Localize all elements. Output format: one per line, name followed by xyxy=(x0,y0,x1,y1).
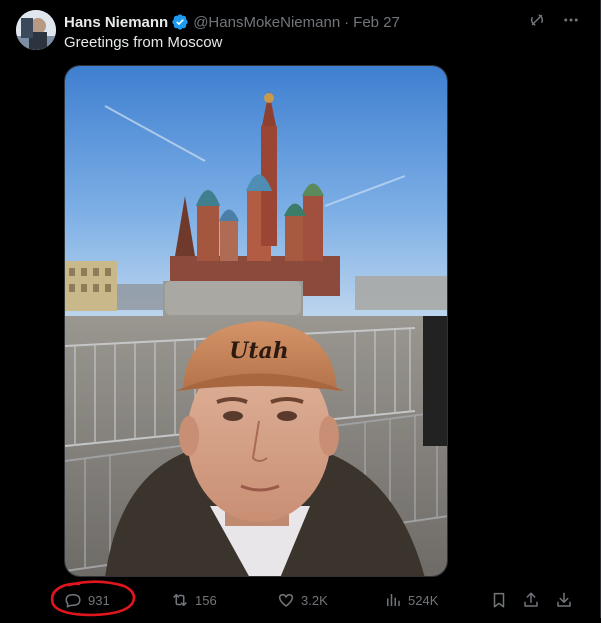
reply-button[interactable]: 931 xyxy=(64,588,110,612)
like-count: 3.2K xyxy=(301,592,328,608)
repost-icon xyxy=(171,591,189,609)
views-icon xyxy=(384,591,402,609)
display-name[interactable]: Hans Niemann xyxy=(64,14,168,31)
bookmark-button[interactable] xyxy=(490,588,508,612)
like-button[interactable]: 3.2K xyxy=(277,588,328,612)
bookmark-icon xyxy=(490,591,508,609)
reply-icon xyxy=(64,591,82,609)
separator-dot: · xyxy=(344,13,350,31)
photo-image: Utah xyxy=(65,66,447,576)
reply-count: 931 xyxy=(88,592,110,608)
download-icon xyxy=(555,591,573,609)
share-icon xyxy=(522,591,540,609)
avatar[interactable] xyxy=(16,10,56,50)
like-icon xyxy=(277,591,295,609)
grok-icon[interactable] xyxy=(528,11,546,34)
share-button[interactable] xyxy=(522,588,540,612)
tweet-header: Hans Niemann @HansMokeNiemann · Feb 27 xyxy=(64,12,400,32)
views-button[interactable]: 524K xyxy=(384,588,438,612)
avatar-image xyxy=(16,10,56,50)
header-actions xyxy=(528,11,580,34)
svg-text:Utah: Utah xyxy=(229,338,289,364)
repost-button[interactable]: 156 xyxy=(171,588,217,612)
more-icon[interactable] xyxy=(562,11,580,34)
tweet[interactable]: Hans Niemann @HansMokeNiemann · Feb 27 G… xyxy=(0,0,601,618)
handle[interactable]: @HansMokeNiemann xyxy=(193,14,340,31)
tweet-photo[interactable]: Utah xyxy=(64,65,448,577)
download-button[interactable] xyxy=(555,588,573,612)
verified-badge-icon[interactable] xyxy=(171,13,189,31)
views-count: 524K xyxy=(408,592,439,608)
post-date[interactable]: Feb 27 xyxy=(353,14,400,31)
tweet-text: Greetings from Moscow xyxy=(64,34,223,51)
tweet-actions: 931 156 3.2K 524K xyxy=(64,588,584,612)
repost-count: 156 xyxy=(195,592,217,608)
